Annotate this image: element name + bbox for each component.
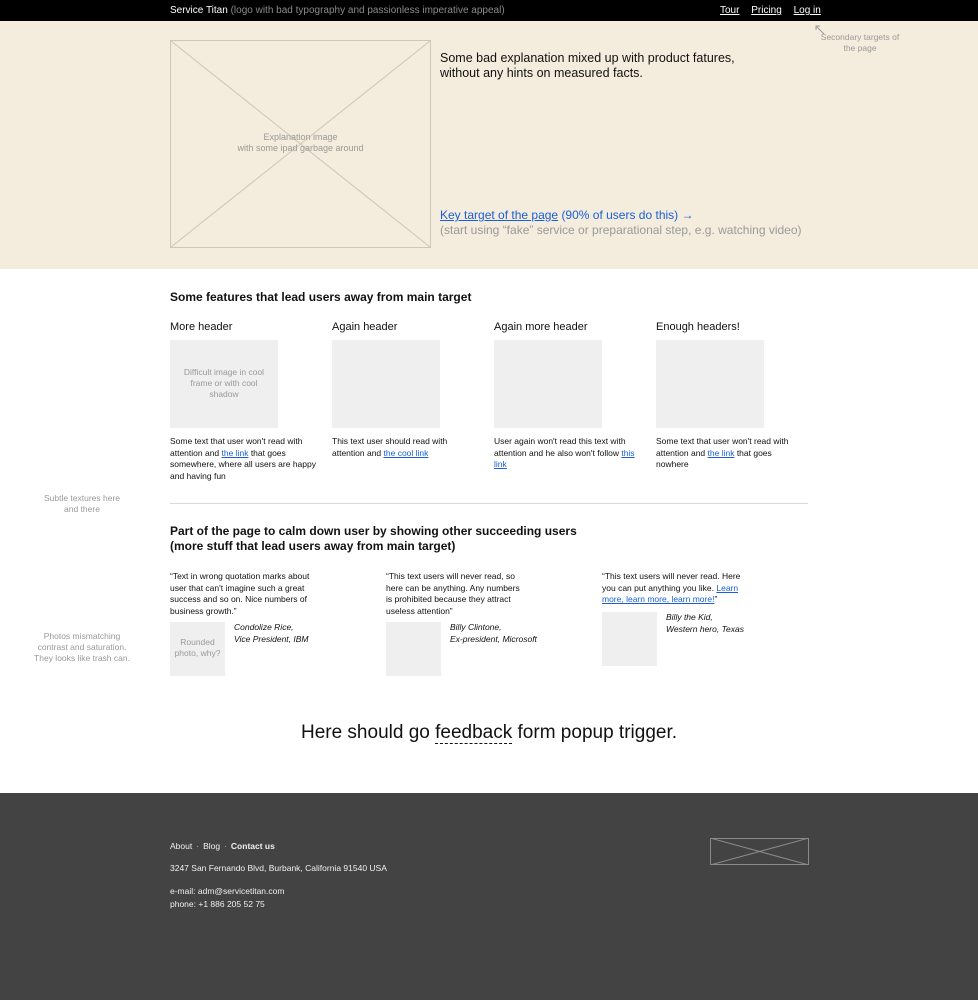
- feature-header: Again more header: [494, 321, 588, 333]
- testimonial-author: Billy Clintone, Ex-president, Microsoft: [450, 622, 570, 645]
- testimonial-author: Condolize Rice, Vice President, IBM: [234, 622, 354, 645]
- avatar: [386, 622, 441, 676]
- feature-text: Some text that user won't read with atte…: [656, 436, 789, 469]
- testimonial-card: “Text in wrong quotation marks about use…: [170, 571, 310, 676]
- feature-image: [332, 340, 440, 428]
- footer-contact: e-mail: adm@servicetitan.com phone: +1 8…: [170, 885, 284, 910]
- testimonials-title-line2: (more stuff that lead users away from ma…: [170, 539, 456, 553]
- hero-section: Explanation image with some ipad garbage…: [0, 21, 978, 269]
- photos-note: Photos mismatching contrast and saturati…: [34, 631, 130, 663]
- avatar: [602, 612, 657, 666]
- testimonial-quote: “This text users will never read, so her…: [386, 571, 520, 616]
- footer-email-link[interactable]: adm@servicetitan.com: [198, 886, 285, 896]
- key-target-link[interactable]: Key target of the page: [440, 208, 558, 222]
- testimonial-quote: “This text users will never read. Here y…: [602, 571, 741, 604]
- feature-card: More header Difficult image in cool fram…: [170, 321, 320, 482]
- feature-image: [494, 340, 602, 428]
- email-label: e-mail:: [170, 886, 198, 896]
- footer-address: 3247 San Fernando Blvd, Burbank, Califor…: [170, 863, 387, 873]
- feature-link[interactable]: the link: [222, 448, 249, 458]
- testimonial-card: “This text users will never read. Here y…: [602, 571, 744, 666]
- feature-image: [656, 340, 764, 428]
- author-role: Ex-president, Microsoft: [450, 633, 537, 644]
- brand-logo[interactable]: Service Titan (logo with bad typography …: [170, 5, 505, 16]
- testimonial-card: “This text users will never read, so her…: [386, 571, 537, 676]
- feature-card: Again more header User again won't read …: [494, 321, 644, 471]
- author-name: Condolize Rice,: [234, 622, 294, 632]
- testimonials-title: Part of the page to calm down user by sh…: [170, 524, 577, 554]
- textures-note: Subtle textures here and there: [43, 493, 121, 514]
- key-target-subtext: (start using “fake” service or preparati…: [440, 223, 802, 237]
- feature-image: Difficult image in cool frame or with co…: [170, 340, 278, 428]
- feature-card: Again header This text user should read …: [332, 321, 482, 459]
- nav-login-link[interactable]: Log in: [794, 5, 821, 16]
- footer-about-link[interactable]: About: [170, 841, 192, 851]
- avatar: Rounded photo, why?: [170, 622, 225, 676]
- top-bar: Service Titan (logo with bad typography …: [0, 0, 978, 21]
- avatar-caption: Rounded photo, why?: [174, 637, 221, 658]
- author-role: Vice President, IBM: [234, 633, 309, 644]
- feature-text: User again won't read this text with att…: [494, 436, 635, 469]
- brand-name: Service Titan: [170, 5, 228, 16]
- feature-text: Some text that user won't read with atte…: [170, 436, 316, 481]
- feature-header: Again header: [332, 321, 398, 333]
- feature-header: Enough headers!: [656, 321, 740, 333]
- hero-cta: Key target of the page (90% of users do …: [440, 208, 840, 238]
- secondary-targets-note: Secondary targets of the page: [820, 32, 900, 53]
- feedback-link[interactable]: feedback: [435, 722, 513, 744]
- footer-blog-link[interactable]: Blog: [203, 841, 220, 851]
- feature-link[interactable]: the cool link: [384, 448, 429, 458]
- feature-header: More header: [170, 321, 233, 333]
- hero-image-caption-line2: with some ipad garbage around: [237, 143, 364, 153]
- feature-link[interactable]: the link: [708, 448, 735, 458]
- feature-image-caption: Difficult image in cool frame or with co…: [183, 367, 265, 399]
- testimonials-title-line1: Part of the page to calm down user by sh…: [170, 524, 577, 538]
- footer-contact-link[interactable]: Contact us: [231, 841, 275, 851]
- section-divider: [170, 503, 808, 504]
- footer: About · Blog · Contact us 3247 San Fernando …: [0, 793, 978, 1000]
- feature-text: This text user should read with attentio…: [332, 436, 448, 458]
- testimonial-quote: “Text in wrong quotation marks about use…: [170, 571, 310, 616]
- footer-links: About · Blog · Contact us: [170, 841, 275, 851]
- brand-tagline: (logo with bad typography and passionles…: [230, 5, 505, 16]
- top-nav: Tour Pricing Log in: [720, 5, 821, 16]
- author-name: Billy the Kid,: [666, 612, 713, 622]
- author-role: Western hero, Texas: [666, 623, 744, 634]
- feedback-trigger: Here should go feedback form popup trigg…: [300, 722, 678, 744]
- nav-tour-link[interactable]: Tour: [720, 5, 739, 16]
- features-title: Some features that lead users away from …: [170, 290, 472, 304]
- hero-image-caption: Explanation image with some ipad garbage…: [171, 132, 430, 154]
- nav-pricing-link[interactable]: Pricing: [751, 5, 782, 16]
- testimonial-author: Billy the Kid, Western hero, Texas: [666, 612, 786, 635]
- hero-image-caption-line1: Explanation image: [263, 132, 338, 142]
- hero-image-placeholder: Explanation image with some ipad garbage…: [170, 40, 431, 248]
- author-name: Billy Clintone,: [450, 622, 502, 632]
- footer-logo-placeholder-icon: [710, 838, 809, 865]
- hero-explanation: Some bad explanation mixed up with produ…: [440, 51, 735, 80]
- footer-phone: phone: +1 886 205 52 75: [170, 898, 265, 909]
- key-target-suffix: (90% of users do this) →: [561, 208, 694, 222]
- feature-card: Enough headers! Some text that user won'…: [656, 321, 806, 471]
